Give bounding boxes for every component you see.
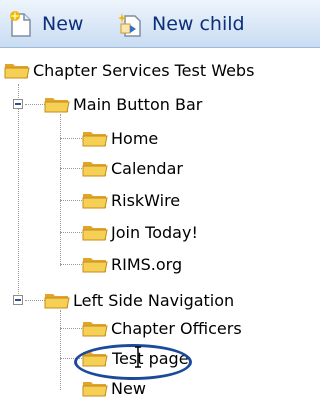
tree-node-label: RiskWire: [111, 190, 181, 210]
tree-node-main-button-bar[interactable]: Main Button Bar: [44, 93, 202, 115]
tree-node-join-today[interactable]: Join Today!: [82, 221, 198, 243]
new-button-label: New: [42, 13, 84, 35]
tree-guide-line: [18, 84, 19, 300]
tree-guide-line: [60, 168, 82, 169]
folder-icon: [44, 98, 70, 113]
new-child-button-label: New child: [152, 13, 245, 35]
folder-icon: [82, 322, 108, 337]
tree-guide-line: [60, 264, 82, 265]
tree-node-label: Main Button Bar: [73, 94, 203, 114]
text-cursor-icon: [135, 346, 141, 368]
tree-node-calendar[interactable]: Calendar: [82, 157, 183, 179]
tree-node-label: Chapter Services Test Webs: [33, 60, 255, 80]
tree-guide-line: [60, 310, 61, 390]
collapse-main-button-bar-toggle[interactable]: [13, 99, 23, 109]
tree-guide-line: [60, 114, 61, 266]
tree-guide-line: [25, 300, 45, 301]
tree-node-left-side-navigation[interactable]: Left Side Navigation: [44, 289, 234, 311]
toolbar: New New child: [0, 0, 320, 48]
tree-guide-line: [60, 200, 82, 201]
folder-icon: [82, 194, 108, 209]
tree-node-label: Left Side Navigation: [73, 290, 235, 310]
tree-node-root[interactable]: Chapter Services Test Webs: [4, 59, 254, 81]
new-button[interactable]: New: [8, 8, 83, 40]
tree-node-label: New: [111, 378, 146, 398]
tree-guide-line: [60, 328, 82, 329]
folder-icon: [82, 162, 108, 177]
new-child-page-icon: [118, 13, 141, 37]
tree-node-rims-org[interactable]: RIMS.org: [82, 253, 182, 275]
tree-guide-line: [60, 232, 82, 233]
new-child-button[interactable]: New child: [118, 8, 245, 40]
tree-node-label: Chapter Officers: [111, 318, 242, 338]
folder-icon: [44, 294, 70, 309]
tree-guide-line: [60, 358, 82, 359]
folder-icon: [82, 382, 108, 397]
tree-guide-line: [25, 104, 45, 105]
tree-node-home[interactable]: Home: [82, 127, 158, 149]
tree-node-riskwire[interactable]: RiskWire: [82, 189, 180, 211]
tree-node-label: Join Today!: [111, 222, 198, 242]
tree-node-label: Test page: [112, 348, 189, 368]
tree-node-label: RIMS.org: [111, 254, 183, 274]
new-page-icon: [10, 11, 31, 37]
folder-icon: [82, 258, 108, 273]
tree-node-label: Home: [111, 128, 159, 148]
folder-icon: [82, 132, 108, 147]
tree-node-label: Calendar: [111, 158, 183, 178]
folder-icon: [4, 64, 30, 79]
tree-node-chapter-officers[interactable]: Chapter Officers: [82, 317, 242, 339]
folder-icon: [82, 352, 108, 367]
site-tree: Chapter Services Test Webs Main Button B…: [0, 48, 320, 398]
collapse-left-side-navigation-toggle[interactable]: [13, 295, 23, 305]
tree-guide-line: [60, 138, 82, 139]
tree-node-new[interactable]: New: [82, 377, 146, 399]
folder-icon: [82, 226, 108, 241]
